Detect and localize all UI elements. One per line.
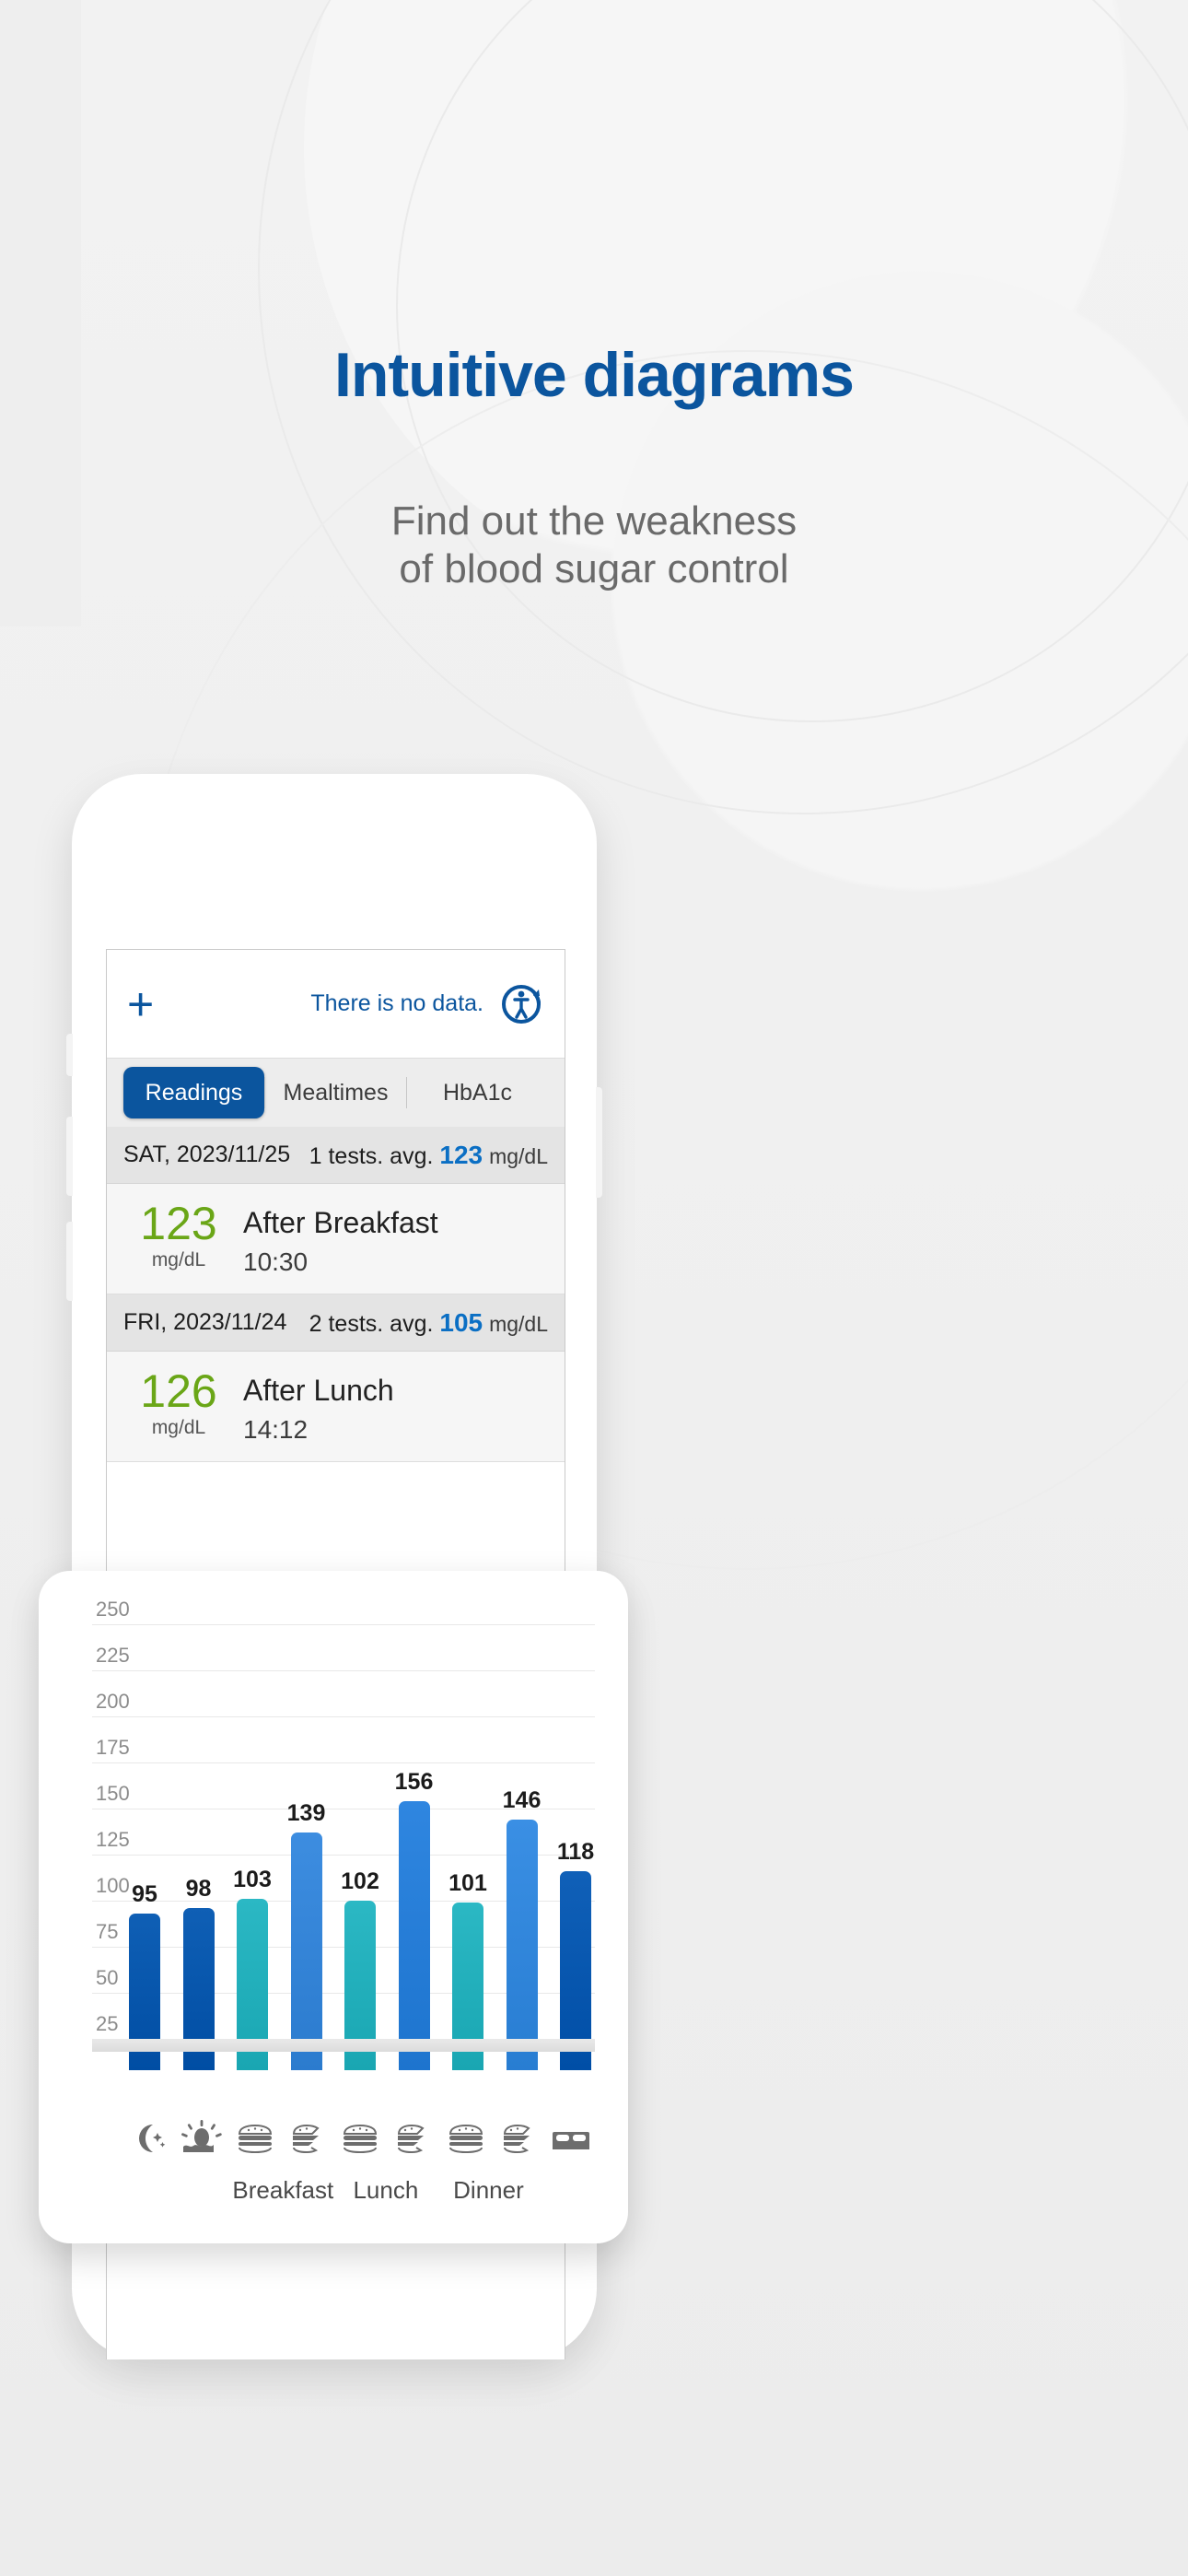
day-stat: 1 tests. avg. 123 mg/dL	[309, 1141, 548, 1170]
reading-row[interactable]: 123 mg/dL After Breakfast 10:30	[107, 1184, 565, 1294]
promo-subheadline-line1: Find out the weakness	[390, 498, 798, 544]
burger-eaten-icon	[287, 2112, 328, 2165]
day-header: FRI, 2023/11/24 2 tests. avg. 105 mg/dL	[107, 1294, 565, 1352]
tab-readings[interactable]: Readings	[123, 1067, 264, 1118]
chart-y-tick-label: 125	[96, 1828, 130, 1851]
chart-bar-value-label: 139	[286, 1800, 326, 1826]
reading-info: After Lunch 14:12	[234, 1368, 394, 1445]
reading-time: 10:30	[243, 1247, 309, 1276]
chart-legend: Breakfast Lunch Dinner	[39, 2091, 628, 2243]
chart-group-label: Breakfast	[232, 2176, 334, 2204]
burger-full-icon	[340, 2112, 380, 2165]
chart-bar-value-label: 102	[341, 1868, 379, 1894]
chart-axis-baseline	[92, 2039, 595, 2052]
chart-bar-column: 95	[129, 1622, 160, 2070]
chart-bar-value-label: 103	[233, 1867, 272, 1892]
chart-y-tick-label: 25	[96, 2012, 119, 2035]
promo-subheadline-line2: of blood sugar control	[399, 545, 789, 591]
day-date: SAT, 2023/11/25	[123, 1142, 291, 1167]
chart-group-label: Lunch	[353, 2176, 419, 2204]
burger-full-icon	[446, 2112, 486, 2165]
phone-button-silent	[66, 1034, 73, 1076]
day-tests-count: 1 tests. avg.	[309, 1142, 434, 1169]
phone-button-power	[596, 1087, 602, 1198]
app-topbar: + There is no data.	[107, 950, 565, 1059]
chart-card: 250 225 200 175 150 125 100 75 50 25 95 98 103 139 10…	[39, 1571, 628, 2243]
chart-legend-labels: Breakfast Lunch Dinner	[129, 2176, 591, 2213]
app-tabs[interactable]: Readings Mealtimes HbA1c	[107, 1059, 565, 1127]
chart-bar-column: 101	[448, 1622, 487, 2070]
chart-bar-column: 103	[233, 1622, 272, 2070]
bottom-reading-overlay	[106, 2248, 564, 2359]
chart-bar-value-label: 118	[556, 1839, 595, 1865]
chart-group-label: Dinner	[453, 2176, 524, 2204]
sunrise-icon	[181, 2112, 222, 2165]
chart-bar-column: 118	[556, 1622, 595, 2070]
chart-y-tick-label: 75	[96, 1920, 119, 1943]
sync-person-icon[interactable]	[498, 981, 544, 1027]
chart-bar-value-label: 146	[502, 1787, 542, 1813]
chart-bar-value-label: 98	[185, 1876, 212, 1902]
chart-bar-value-label: 95	[132, 1881, 157, 1907]
reading-value-box: 123 mg/dL	[123, 1200, 234, 1271]
reading-value: 126	[140, 1365, 217, 1417]
day-tests-count: 2 tests. avg.	[309, 1310, 434, 1337]
chart-y-tick-label: 175	[96, 1736, 130, 1759]
chart-y-tick-label: 200	[96, 1690, 130, 1713]
chart-y-tick-label: 225	[96, 1644, 130, 1667]
day-average-value: 105	[439, 1307, 483, 1337]
burger-eaten-icon	[392, 2112, 433, 2165]
chart-bars: 95 98 103 139 102 156 101 146 118	[129, 1622, 595, 2070]
reading-name: After Lunch	[243, 1374, 394, 1407]
moon-stars-icon	[129, 2112, 169, 2165]
burger-eaten-icon	[498, 2112, 539, 2165]
phone-button-volume-down	[66, 1222, 73, 1301]
day-stat: 2 tests. avg. 105 mg/dL	[309, 1308, 548, 1338]
day-header: SAT, 2023/11/25 1 tests. avg. 123 mg/dL	[107, 1127, 565, 1184]
reading-unit: mg/dL	[151, 1249, 206, 1270]
reading-name: After Breakfast	[243, 1206, 438, 1239]
chart-bar[interactable]	[398, 1801, 430, 2070]
no-data-message: There is no data.	[310, 990, 483, 1016]
reading-time: 14:12	[243, 1415, 309, 1444]
chart-bar-column: 102	[341, 1622, 379, 2070]
bed-icon	[551, 2112, 591, 2165]
bar-chart: 250 225 200 175 150 125 100 75 50 25 95 98 103 139 10…	[39, 1591, 628, 2070]
burger-full-icon	[235, 2112, 275, 2165]
chart-y-tick-label: 150	[96, 1782, 130, 1805]
chart-bar-column: 156	[395, 1622, 433, 2070]
chart-bar[interactable]	[290, 1832, 322, 2070]
day-average-value: 123	[439, 1140, 483, 1169]
chart-bar[interactable]	[506, 1820, 538, 2070]
add-reading-button[interactable]: +	[127, 981, 192, 1027]
chart-y-tick-label: 250	[96, 1598, 130, 1621]
phone-button-volume-up	[66, 1117, 73, 1196]
reading-row[interactable]: 126 mg/dL After Lunch 14:12	[107, 1352, 565, 1462]
chart-plot-area: 95 98 103 139 102 156 101 146 118	[129, 1591, 595, 2070]
promo-headline: Intuitive diagrams	[334, 340, 855, 410]
reading-info: After Breakfast 10:30	[234, 1200, 438, 1277]
chart-bar-value-label: 156	[394, 1769, 434, 1795]
reading-value: 123	[140, 1198, 217, 1249]
chart-y-tick-label: 50	[96, 1966, 119, 1989]
chart-bar-column: 139	[287, 1622, 325, 2070]
chart-bar-column: 146	[503, 1622, 541, 2070]
day-average-unit: mg/dL	[489, 1143, 548, 1168]
tab-mealtimes[interactable]: Mealtimes	[265, 1067, 406, 1118]
day-date: FRI, 2023/11/24	[123, 1309, 287, 1335]
day-average-unit: mg/dL	[489, 1311, 548, 1336]
chart-legend-icons	[129, 2108, 591, 2169]
chart-bar-value-label: 101	[448, 1870, 487, 1896]
chart-bar-column: 98	[182, 1622, 215, 2070]
reading-unit: mg/dL	[151, 1417, 206, 1438]
chart-y-tick-label: 100	[96, 1874, 130, 1897]
tab-hba1c[interactable]: HbA1c	[407, 1067, 548, 1118]
promo-subheadline: Find out the weakness of blood sugar con…	[0, 498, 1188, 593]
reading-value-box: 126 mg/dL	[123, 1368, 234, 1439]
